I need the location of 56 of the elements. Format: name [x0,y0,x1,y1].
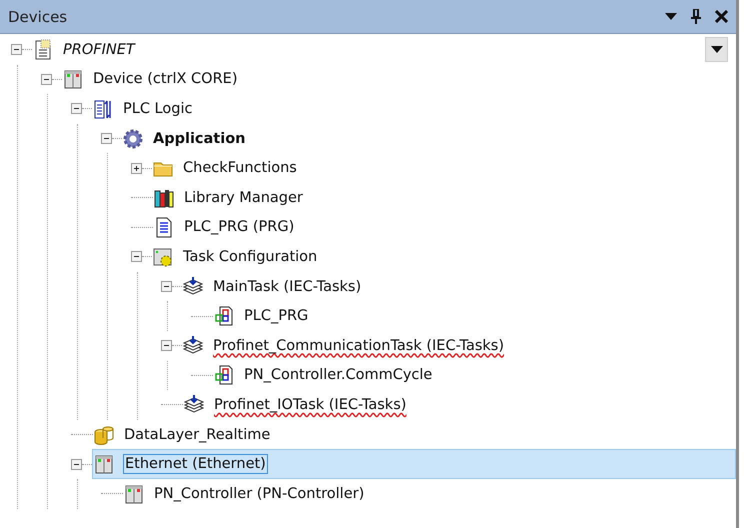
item-label: PLC_PRG [243,307,310,326]
panel-title: Devices [8,8,68,26]
item-label: PLC_PRG (PRG) [183,218,296,236]
tree-toggle[interactable] [131,162,142,174]
item-label: Profinet_IOTask (IEC-Tasks) [213,396,408,414]
item-label: Library Manager [183,188,304,207]
tree-item[interactable]: Device (ctrlX CORE) [62,64,736,94]
item-label: PN_Controller (PN-Controller) [153,484,366,503]
item-label: Device (ctrlX CORE) [92,70,238,88]
tree-item[interactable]: CheckFunctions [152,153,736,183]
program-icon [92,98,114,120]
caret-icon [710,46,722,53]
document-icon [213,364,235,386]
dropdown-button[interactable] [705,37,728,62]
tree-item[interactable]: PN_Controller (PN-Controller) [123,478,736,508]
tree-item[interactable]: Application [122,124,736,154]
item-label: MainTask (IEC-Tasks) [212,278,362,296]
item-label: DataLayer_Realtime [123,426,272,444]
item-label: PLC Logic [122,100,194,118]
tree-item[interactable]: MainTask (IEC-Tasks) [182,272,736,302]
server-icon [123,482,145,505]
tree-item[interactable]: Ethernet (Ethernet) [92,449,736,479]
item-label: CheckFunctions [182,159,298,178]
item-label: Profinet_CommunicationTask (IEC-Tasks) [212,336,505,355]
tree-item[interactable]: Library Manager [153,182,736,213]
pin-icon[interactable] [691,9,701,24]
item-label: Application [152,130,246,148]
tree-item[interactable]: PROFINET [32,35,736,65]
item-label: Task Configuration [182,248,318,266]
server-icon [93,453,115,476]
database-icon [93,424,115,446]
tree-item[interactable]: PLC Logic [92,94,736,124]
tree-item[interactable]: PLC_PRG [213,301,736,331]
gear-icon [122,128,144,150]
item-label: PROFINET [62,40,136,59]
tree-toggle[interactable] [161,281,172,292]
tree-toggle[interactable] [11,44,22,56]
close-icon[interactable] [715,10,728,23]
tree-toggle[interactable] [41,74,52,85]
tree-item[interactable]: PLC_PRG (PRG) [153,212,736,242]
server-icon [62,68,84,90]
document-icon [213,305,235,328]
tree-item[interactable]: PN_Controller.CommCycle [213,360,736,390]
tree-item[interactable]: Profinet_CommunicationTask (IEC-Tasks) [182,330,736,361]
item-label: PN_Controller.CommCycle [243,366,434,384]
item-label: Ethernet (Ethernet) [123,454,268,474]
tree-item[interactable]: Task Configuration [152,242,736,272]
tree-item[interactable]: DataLayer_Realtime [93,420,736,450]
tree-toggle[interactable] [131,251,142,262]
tree-toggle[interactable] [71,103,82,114]
tree-toggle[interactable] [71,458,82,470]
menu-caret-icon[interactable] [665,13,677,20]
cabinet-gear-icon [152,246,174,268]
tree-toggle[interactable] [101,133,112,144]
tree-toggle[interactable] [161,340,172,352]
tree-item[interactable]: Profinet_IOTask (IEC-Tasks) [183,390,736,420]
